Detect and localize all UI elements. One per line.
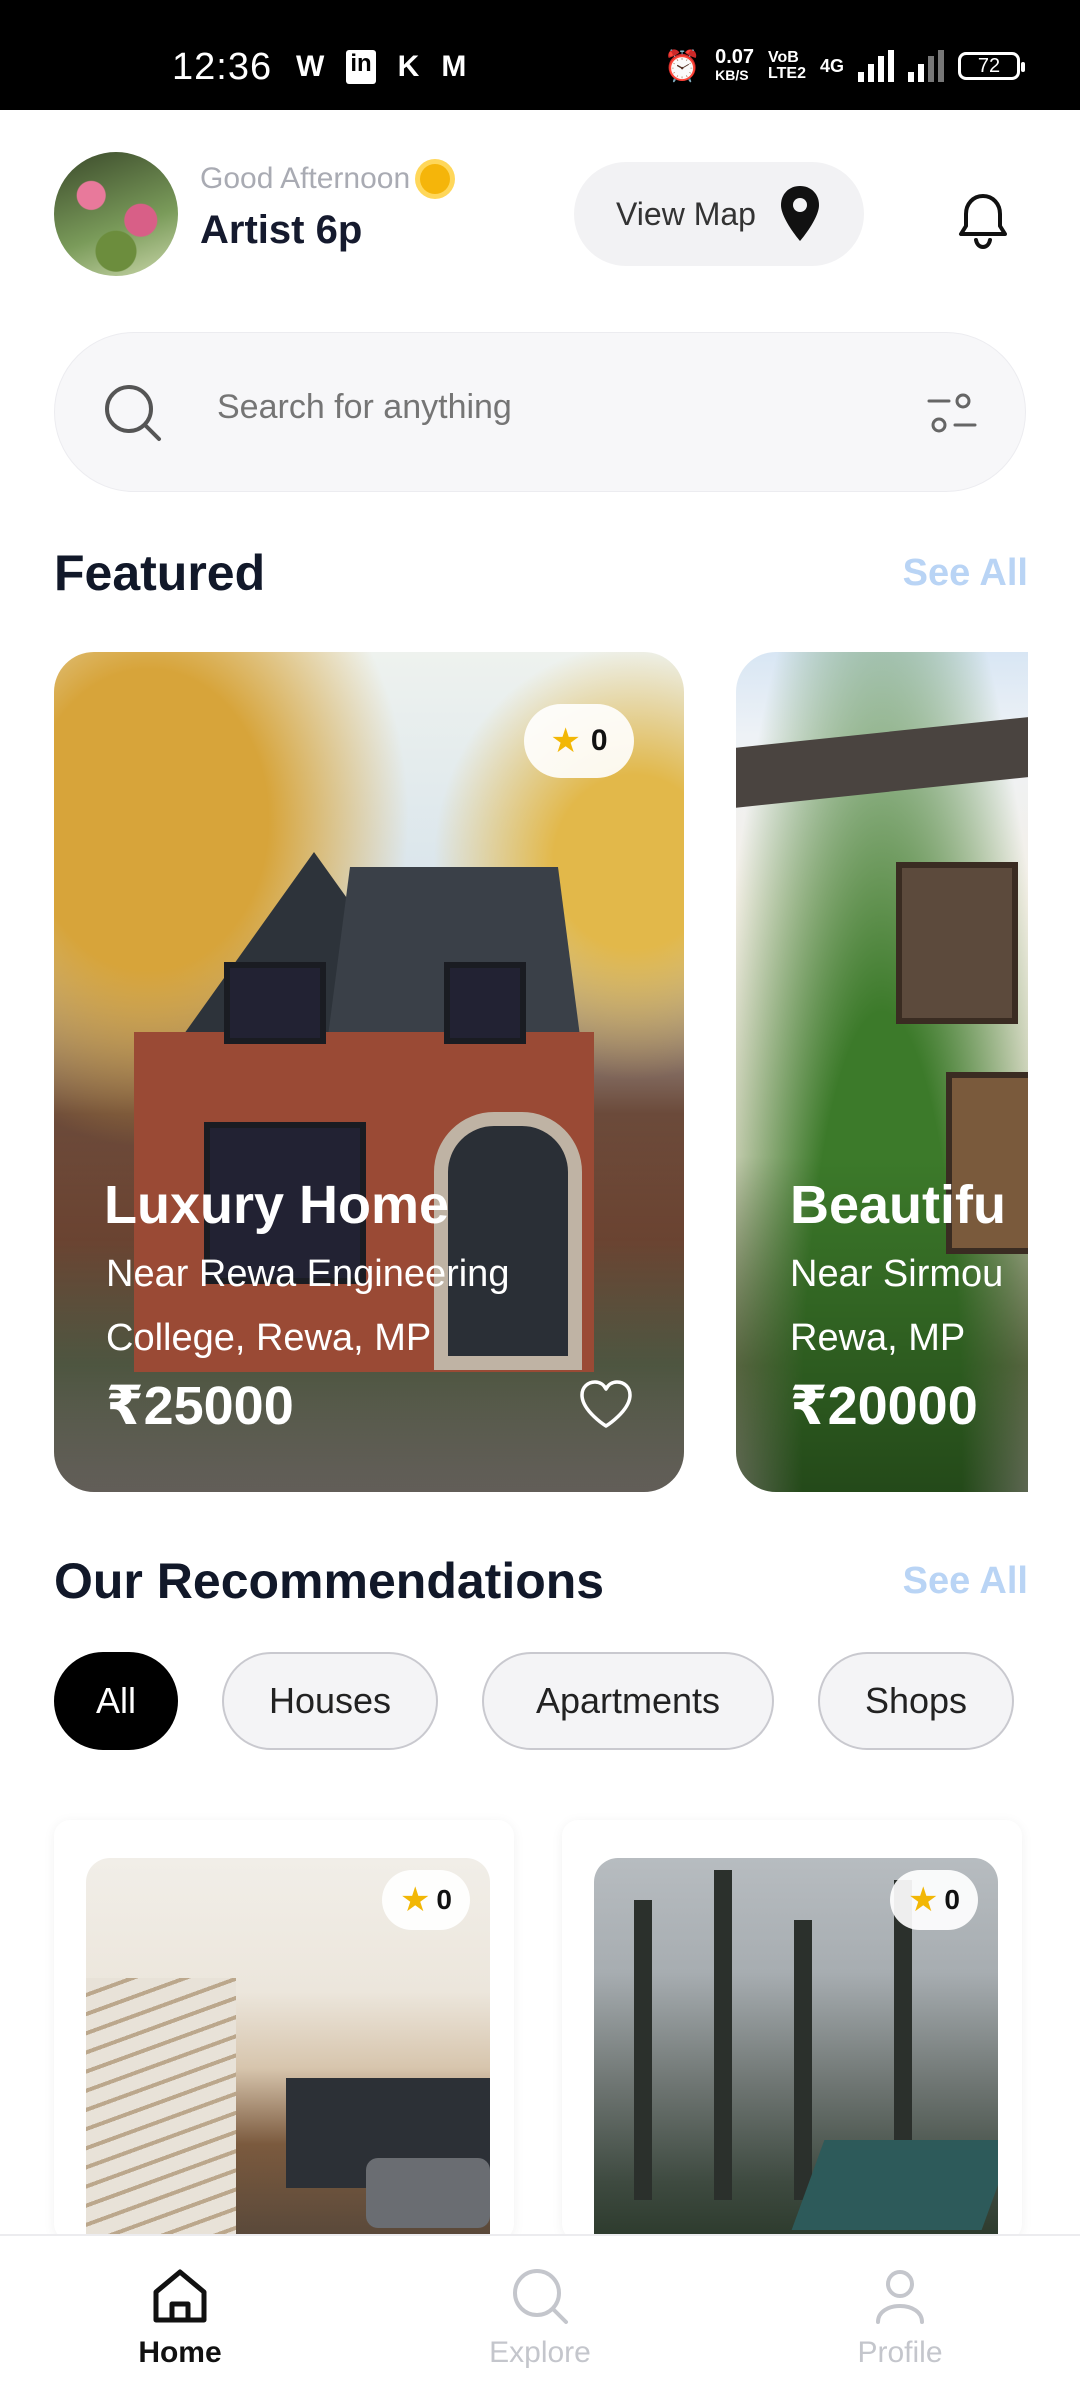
tree-image-part	[794, 1920, 812, 2200]
greeting: Good Afternoon	[200, 162, 451, 196]
roof-image-part	[791, 2140, 998, 2230]
star-icon: ★	[550, 722, 581, 760]
card-location: Near Rewa Engineering College, Rewa, MP	[106, 1253, 510, 1359]
card-title: Luxury Home	[104, 1175, 450, 1235]
search-icon	[513, 2269, 568, 2324]
card-price: ₹25000	[106, 1376, 294, 1436]
search-input[interactable]	[215, 387, 839, 428]
view-map-label: View Map	[616, 195, 756, 232]
rating-badge: ★ 0	[381, 1870, 470, 1930]
sofa-image-part	[366, 2158, 490, 2228]
nav-profile[interactable]: Profile	[800, 2266, 1000, 2370]
rating-badge: ★ 0	[889, 1870, 978, 1930]
status-right: ⏰ 0.07 KB/S VoB LTE2 4G 72	[663, 46, 1025, 84]
app-icon: K	[397, 50, 420, 83]
chip-shops[interactable]: Shops	[818, 1652, 1014, 1750]
map-pin-icon	[780, 186, 819, 241]
rating-badge: ★ 0	[524, 704, 634, 778]
nav-explore[interactable]: Explore	[440, 2266, 640, 2370]
star-icon: ★	[907, 1881, 939, 1919]
featured-title: Featured	[54, 545, 266, 601]
tree-image-part	[714, 1870, 732, 2200]
stairs-image-part	[86, 1978, 236, 2240]
nav-home[interactable]: Home	[80, 2266, 280, 2370]
chip-houses[interactable]: Houses	[222, 1652, 438, 1750]
house-window	[224, 962, 326, 1044]
sun-icon	[420, 164, 451, 194]
star-icon: ★	[399, 1881, 431, 1919]
network-speed: 0.07 KB/S	[715, 46, 755, 83]
property-image: ★ 0	[86, 1858, 490, 2240]
signal-icon	[858, 50, 894, 82]
heart-icon[interactable]	[578, 1378, 634, 1430]
view-map-button[interactable]: View Map	[574, 162, 864, 266]
chip-all[interactable]: All	[54, 1652, 178, 1750]
search-bar[interactable]	[54, 332, 1026, 492]
featured-card[interactable]: ★ 0 Luxury Home Near Rewa Engineering Co…	[54, 652, 684, 1492]
house-image-part	[736, 716, 1028, 808]
volte-indicator: VoB LTE2	[768, 49, 806, 82]
linkedin-icon: in	[346, 50, 376, 84]
notification-bell-icon[interactable]	[956, 190, 1010, 250]
battery-icon: 72	[958, 52, 1025, 80]
house-window	[896, 862, 1018, 1024]
recommendations-title: Our Recommendations	[54, 1553, 605, 1609]
home-icon	[153, 2269, 207, 2323]
card-price: ₹20000	[790, 1376, 978, 1436]
filter-icon[interactable]	[927, 391, 977, 437]
tree-image-part	[634, 1900, 652, 2200]
house-window	[444, 962, 526, 1044]
bottom-navigation: Home Explore Profile	[0, 2234, 1080, 2402]
recommendation-card[interactable]: ★ 0	[54, 1820, 514, 2240]
signal-icon-2	[908, 50, 944, 82]
alarm-icon: ⏰	[663, 49, 702, 83]
card-title: Beautifu	[790, 1175, 1006, 1235]
featured-card[interactable]: Beautifu Near Sirmou Rewa, MP ₹20000	[736, 652, 1028, 1492]
gmail-icon: M	[441, 50, 467, 83]
card-location: Near Sirmou Rewa, MP	[790, 1253, 1004, 1359]
recommendation-card[interactable]: ★ 0	[562, 1820, 1022, 2240]
status-bar: 12:36 W in K M ⏰ 0.07 KB/S VoB LTE2 4G 7…	[0, 0, 1080, 110]
recommendations-see-all-link[interactable]: See All	[903, 1560, 1028, 1603]
user-icon	[876, 2270, 924, 2324]
featured-see-all-link[interactable]: See All	[903, 552, 1028, 595]
search-icon	[105, 385, 161, 441]
username: Artist 6p	[200, 208, 363, 252]
wps-icon: W	[296, 50, 325, 83]
notification-icons: W in K M	[296, 50, 466, 84]
network-type: 4G	[819, 55, 844, 76]
property-image: ★ 0	[594, 1858, 998, 2240]
status-time: 12:36	[172, 46, 273, 88]
avatar[interactable]	[54, 152, 178, 276]
chip-apartments[interactable]: Apartments	[482, 1652, 774, 1750]
